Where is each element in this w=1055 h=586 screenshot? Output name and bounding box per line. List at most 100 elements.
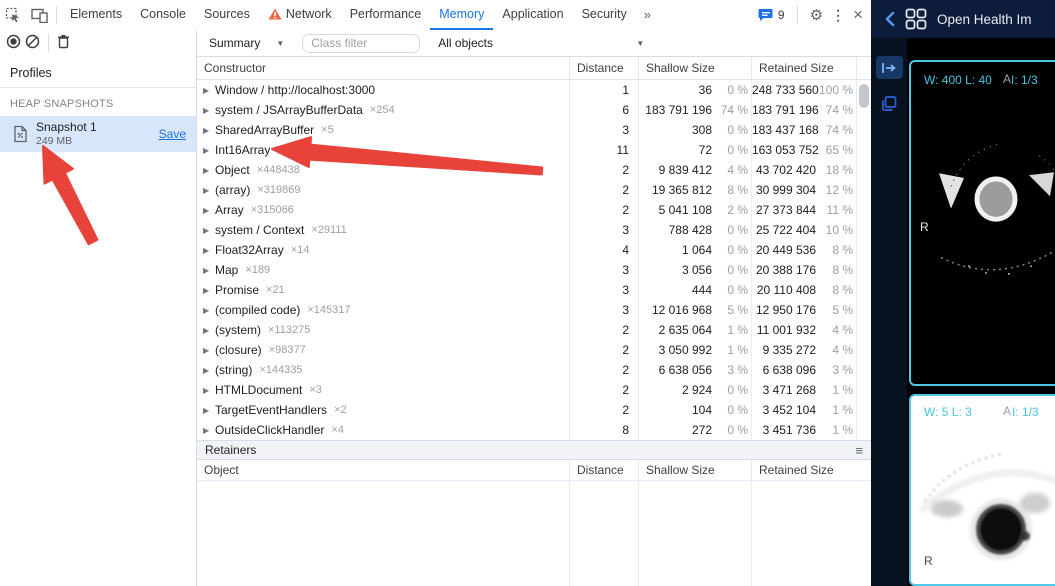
expand-triangle-icon[interactable]: ▶ — [203, 146, 215, 155]
column-header-shallow-size[interactable]: Shallow Size — [638, 460, 751, 480]
column-header-constructor[interactable]: Constructor — [197, 57, 569, 79]
expand-triangle-icon[interactable]: ▶ — [203, 366, 215, 375]
layers-icon — [880, 95, 898, 113]
distance-cell: 2 — [569, 200, 638, 220]
column-header-retained-size[interactable]: Retained Size — [751, 57, 856, 79]
expand-triangle-icon[interactable]: ▶ — [203, 286, 215, 295]
table-row[interactable]: ▶ system / Context ×29111 3 788 428 0 % — [197, 220, 871, 240]
layers-button[interactable] — [876, 92, 903, 115]
retained-size-cell: 20 110 408 8 % — [751, 280, 856, 300]
table-row[interactable]: ▶ SharedArrayBuffer ×5 3 308 0 % — [197, 120, 871, 140]
table-row[interactable]: ▶ Int16Array 11 72 0 % 16 — [197, 140, 871, 160]
constructor-cell: ▶ Map ×189 — [197, 263, 569, 277]
constructor-cell: ▶ Int16Array — [197, 143, 569, 157]
expand-triangle-icon[interactable]: ▶ — [203, 306, 215, 315]
tab[interactable]: Elements — [61, 0, 131, 30]
vertical-scrollbar[interactable] — [856, 81, 871, 440]
perspective-select[interactable]: Summary ▼ — [205, 36, 288, 50]
constructor-cell: ▶ (system) ×113275 — [197, 323, 569, 337]
close-icon[interactable]: × — [853, 5, 863, 25]
constructor-cell: ▶ (string) ×144335 — [197, 363, 569, 377]
expand-triangle-icon[interactable]: ▶ — [203, 386, 215, 395]
expand-triangle-icon[interactable]: ▶ — [203, 186, 215, 195]
snapshot-item[interactable]: Snapshot 1 249 MB Save — [0, 116, 196, 152]
back-chevron-icon[interactable] — [885, 11, 895, 27]
tab[interactable]: Console — [131, 0, 195, 30]
expand-triangle-icon[interactable]: ▶ — [203, 106, 215, 115]
expand-triangle-icon[interactable]: ▶ — [203, 406, 215, 415]
kebab-menu-icon[interactable]: ⋮ — [831, 7, 845, 24]
column-header-object[interactable]: Object — [197, 460, 569, 480]
table-row[interactable]: ▶ (compiled code) ×145317 3 12 016 968 5… — [197, 300, 871, 320]
expand-triangle-icon[interactable]: ▶ — [203, 426, 215, 435]
distance-cell: 11 — [569, 140, 638, 160]
retained-percent: 5 % — [816, 303, 853, 317]
table-row[interactable]: ▶ system / JSArrayBufferData ×254 6 183 … — [197, 100, 871, 120]
shallow-percent: 0 % — [712, 143, 748, 157]
column-header-shallow-size[interactable]: Shallow Size — [638, 57, 751, 79]
constructor-name: (string) — [215, 363, 252, 377]
instance-count: ×29111 — [311, 224, 346, 236]
column-header-retained-size[interactable]: Retained Size — [751, 460, 856, 480]
table-row[interactable]: ▶ TargetEventHandlers ×2 2 104 0 % — [197, 400, 871, 420]
tab[interactable]: Application — [493, 0, 572, 30]
expand-triangle-icon[interactable]: ▶ — [203, 326, 215, 335]
more-tabs-button[interactable]: » — [636, 0, 660, 30]
delete-snapshot-button[interactable] — [57, 34, 70, 52]
orientation-left-label: R — [924, 554, 933, 568]
table-row[interactable]: ▶ (string) ×144335 2 6 638 056 3 % — [197, 360, 871, 380]
tab[interactable]: Memory — [430, 0, 493, 30]
objects-filter-select[interactable]: All objects ▼ — [434, 36, 648, 50]
constructor-name: (array) — [215, 183, 250, 197]
tab[interactable]: Sources — [195, 0, 259, 30]
panel-toggle-button[interactable] — [876, 56, 903, 79]
retained-size-cell: 6 638 096 3 % — [751, 360, 856, 380]
record-heap-button[interactable] — [6, 34, 21, 52]
expand-triangle-icon[interactable]: ▶ — [203, 206, 215, 215]
table-row[interactable]: ▶ (closure) ×98377 2 3 050 992 1 % — [197, 340, 871, 360]
expand-triangle-icon[interactable]: ▶ — [203, 246, 215, 255]
issues-button[interactable]: 9 — [758, 8, 785, 22]
column-header-distance[interactable]: Distance — [569, 57, 638, 79]
table-row[interactable]: ▶ (system) ×113275 2 2 635 064 1 % — [197, 320, 871, 340]
retained-value: 3 471 268 — [752, 383, 816, 397]
viewport-ct[interactable]: W: 400 L: 40 A I: 1/3 R — [909, 60, 1055, 386]
table-row[interactable]: ▶ HTMLDocument ×3 2 2 924 0 % — [197, 380, 871, 400]
save-link[interactable]: Save — [159, 127, 186, 141]
tab-label: Network — [286, 7, 332, 21]
clear-profiles-button[interactable] — [25, 34, 40, 52]
tab[interactable]: Performance — [341, 0, 431, 30]
class-filter-input[interactable] — [302, 34, 420, 53]
table-row[interactable]: ▶ OutsideClickHandler ×4 8 272 0 % — [197, 420, 871, 440]
table-row[interactable]: ▶ Float32Array ×14 4 1 064 0 % — [197, 240, 871, 260]
table-row[interactable]: ▶ Object ×448438 2 9 839 412 4 % — [197, 160, 871, 180]
shallow-size-cell: 183 791 196 74 % — [638, 100, 751, 120]
table-row[interactable]: ▶ Promise ×21 3 444 0 % 20 — [197, 280, 871, 300]
viewport-pet[interactable]: W: 5 L: 3 A I: 1/3 R — [909, 394, 1055, 586]
device-toolbar-button[interactable] — [26, 1, 52, 29]
expand-triangle-icon[interactable]: ▶ — [203, 266, 215, 275]
expand-triangle-icon[interactable]: ▶ — [203, 226, 215, 235]
shallow-value: 3 056 — [639, 263, 712, 277]
column-header-distance[interactable]: Distance — [569, 460, 638, 480]
expand-triangle-icon[interactable]: ▶ — [203, 346, 215, 355]
devtools-window: Elements Console Sources — [0, 0, 871, 586]
expand-triangle-icon[interactable]: ▶ — [203, 166, 215, 175]
table-row[interactable]: ▶ Array ×315066 2 5 041 108 2 % — [197, 200, 871, 220]
tab[interactable]: Security — [573, 0, 636, 30]
retainers-empty-retained-column — [751, 481, 856, 586]
settings-gear-icon[interactable]: ⚙ — [810, 6, 823, 24]
scrollbar-thumb[interactable] — [859, 84, 869, 108]
retainers-menu-icon[interactable]: ≡ — [855, 443, 863, 458]
tab[interactable]: Network — [259, 0, 341, 30]
retained-percent: 1 % — [816, 383, 853, 397]
app-grid-icon[interactable] — [905, 8, 927, 30]
table-row[interactable]: ▶ Window / http://localhost:3000 1 36 0 … — [197, 80, 871, 100]
expand-triangle-icon[interactable]: ▶ — [203, 126, 215, 135]
table-row[interactable]: ▶ Map ×189 3 3 056 0 % 20 — [197, 260, 871, 280]
inspect-element-button[interactable] — [0, 1, 26, 29]
expand-triangle-icon[interactable]: ▶ — [203, 86, 215, 95]
table-row[interactable]: ▶ (array) ×319869 2 19 365 812 8 % — [197, 180, 871, 200]
screen: Elements Console Sources — [0, 0, 1055, 586]
shallow-percent: 1 % — [712, 343, 748, 357]
